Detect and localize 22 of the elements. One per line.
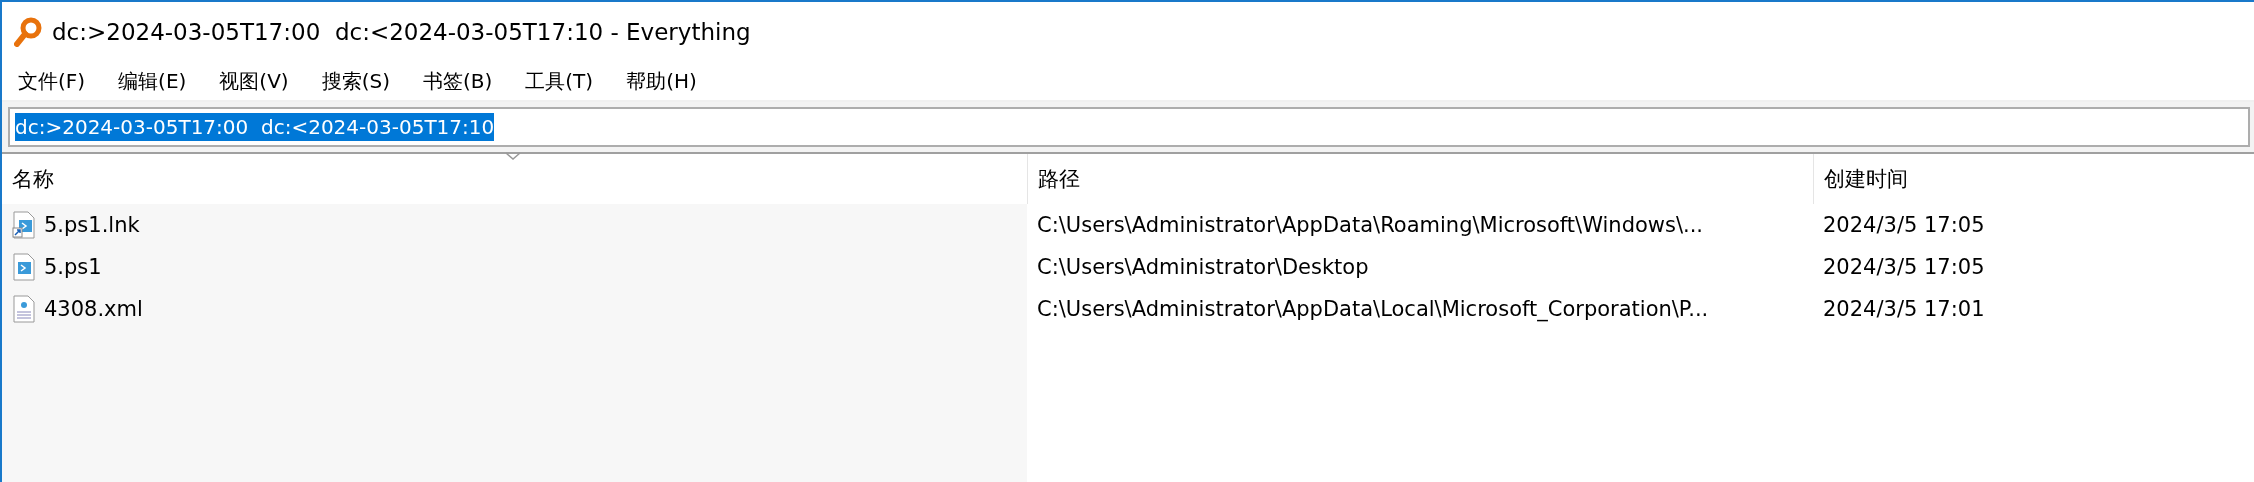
search-field[interactable]: dc:>2024-03-05T17:00 dc:<2024-03-05T17:10 (8, 107, 2250, 147)
menu-item[interactable]: 工具(T) (515, 67, 604, 95)
table-cell-text: 2024/3/5 17:01 (1822, 296, 1986, 323)
menu-item[interactable]: 编辑(E) (108, 67, 197, 95)
magnifier-icon (14, 17, 42, 47)
menu-item[interactable]: 视图(V) (209, 67, 299, 95)
menu-item[interactable]: 书签(B) (412, 67, 503, 95)
file-name[interactable]: 5.ps1 (44, 255, 102, 279)
menu-item[interactable]: 帮助(H) (616, 67, 707, 95)
table-cell-text: 2024/3/5 17:05 (1822, 212, 1986, 239)
table-cell-text: C:\Users\Administrator\AppData\Roaming\Microsoft\Windows\... (1036, 212, 1705, 239)
script-file-icon (12, 253, 36, 281)
table-cell-text: 2024/3/5 17:05 (1822, 254, 1986, 281)
file-name[interactable]: 4308.xml (44, 297, 143, 321)
xml-file-icon (12, 295, 36, 323)
menu-item[interactable]: 文件(F) (8, 67, 96, 95)
table-cell-text: C:\Users\Administrator\AppData\Local\Microsoft_Corporation\P... (1036, 296, 1710, 324)
table-cell-text: C:\Users\Administrator\Desktop (1036, 254, 1370, 281)
file-name[interactable]: 5.ps1.lnk (44, 213, 140, 237)
menu-item[interactable]: 搜索(S) (311, 67, 400, 95)
script-shortcut-icon (12, 211, 36, 239)
window-title: dc:>2024-03-05T17:00 dc:<2024-03-05T17:10 - Everything (52, 19, 751, 45)
